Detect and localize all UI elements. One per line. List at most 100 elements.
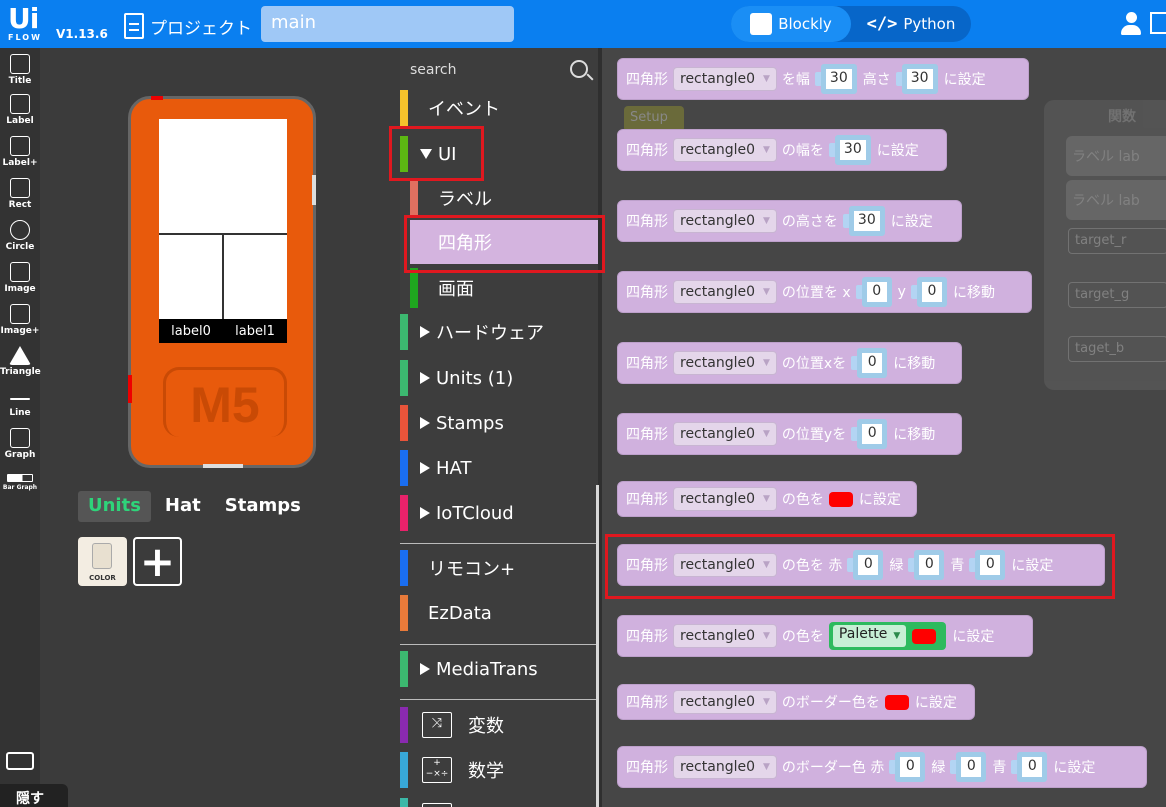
m5-logo: M5 — [190, 377, 260, 433]
search-icon[interactable] — [570, 60, 588, 78]
category-mediatrans[interactable]: MediaTrans — [400, 649, 598, 689]
tool-triangle[interactable]: Triangle — [0, 346, 41, 377]
block-move-x[interactable]: 四角形 rectangle0 ▼ の位置xを 0 に移動 — [617, 342, 962, 384]
target-dropdown[interactable]: rectangle0 ▼ — [673, 487, 777, 511]
block-set-size[interactable]: 四角形 rectangle0 ▼ を幅 30 高さ 30 に設定 — [617, 58, 1029, 100]
triangle-icon — [9, 346, 31, 365]
palette-block[interactable]: Palette ▼ — [828, 622, 947, 650]
highlight-rgb-block — [605, 534, 1115, 599]
highlight-rect-category — [404, 215, 605, 273]
image-icon — [10, 262, 30, 282]
tab-units[interactable]: Units — [78, 491, 151, 522]
width-input[interactable]: 30 — [820, 64, 857, 94]
user-icon[interactable] — [1120, 12, 1142, 36]
target-dropdown[interactable]: rectangle0 ▼ — [673, 422, 777, 446]
red-input[interactable]: 0 — [895, 752, 926, 782]
blue-input[interactable]: 0 — [1017, 752, 1048, 782]
tool-circle[interactable]: Circle — [0, 220, 40, 252]
width-input[interactable]: 30 — [834, 135, 871, 165]
python-mode-button[interactable]: </> Python — [851, 6, 971, 42]
ghost-field: taget_b — [1068, 336, 1166, 362]
category-separator — [400, 644, 598, 645]
m5-logo-frame: M5 — [163, 367, 287, 437]
palette-dropdown[interactable]: Palette ▼ — [832, 625, 907, 647]
border-color-swatch[interactable] — [884, 694, 909, 710]
category-label[interactable]: ラベル — [410, 176, 598, 220]
block-set-color-palette[interactable]: 四角形 rectangle0 ▼ の色を Palette ▼ に設定 — [617, 615, 1033, 657]
category-remocon[interactable]: リモコン+ — [400, 548, 598, 588]
blockly-mode-button[interactable]: Blockly — [731, 6, 851, 42]
block-set-border-color-rgb[interactable]: 四角形 rectangle0 ▼ のボーダー色 赤 0 緑 0 青 0 に設定 — [617, 746, 1147, 788]
height-input[interactable]: 30 — [901, 64, 938, 94]
circle-icon — [10, 220, 30, 240]
tool-title[interactable]: Title — [0, 54, 40, 86]
tab-stamps[interactable]: Stamps — [215, 491, 311, 522]
palette-swatch[interactable] — [912, 628, 937, 644]
keyboard-icon[interactable] — [6, 752, 34, 770]
category-ezdata[interactable]: EzData — [400, 593, 598, 633]
tool-label[interactable]: Label — [0, 94, 40, 126]
label1-text[interactable]: label1 — [235, 324, 275, 339]
color-unit-label: COLOR — [89, 574, 116, 582]
target-dropdown[interactable]: rectangle0 ▼ — [673, 351, 777, 375]
device-screen[interactable]: label0 label1 — [159, 119, 287, 343]
add-unit-button[interactable]: + — [133, 537, 182, 586]
category-more[interactable] — [400, 796, 598, 807]
tool-label-plus[interactable]: Label+ — [0, 136, 40, 168]
target-dropdown[interactable]: rectangle0 ▼ — [673, 138, 777, 162]
category-stamps[interactable]: Stamps — [400, 403, 598, 443]
document-icon — [124, 13, 144, 39]
tool-graph[interactable]: Graph — [0, 428, 40, 460]
block-move-xy[interactable]: 四角形 rectangle0 ▼ の位置を x 0 y 0 に移動 — [617, 271, 1032, 313]
more-icon — [422, 803, 452, 807]
block-set-color[interactable]: 四角形 rectangle0 ▼ の色を に設定 — [617, 481, 917, 517]
m5stack-device-preview: label0 label1 M5 — [128, 96, 316, 468]
terminal-icon[interactable] — [1150, 12, 1166, 34]
category-hardware[interactable]: ハードウェア — [400, 312, 598, 352]
label0-text[interactable]: label0 — [171, 324, 211, 339]
tool-line[interactable]: Line — [0, 388, 40, 418]
collapsed-icon — [420, 326, 430, 338]
x-input[interactable]: 0 — [861, 277, 892, 307]
category-scrollbar[interactable] — [596, 485, 599, 807]
label-tag-icon — [10, 94, 30, 114]
tool-image[interactable]: Image — [0, 262, 40, 294]
screen-rect-divider — [222, 233, 224, 319]
tool-bar-graph[interactable]: Bar Graph — [0, 474, 40, 491]
tool-rect[interactable]: Rect — [0, 178, 40, 210]
target-dropdown[interactable]: rectangle0 ▼ — [673, 690, 777, 714]
target-dropdown[interactable]: rectangle0 ▼ — [673, 209, 777, 233]
category-units[interactable]: Units (1) — [400, 358, 598, 398]
block-set-width[interactable]: 四角形 rectangle0 ▼ の幅を 30 に設定 — [617, 129, 947, 171]
target-dropdown[interactable]: rectangle0 ▼ — [673, 67, 777, 91]
block-move-y[interactable]: 四角形 rectangle0 ▼ の位置yを 0 に移動 — [617, 413, 962, 455]
search-bar[interactable]: search — [400, 48, 598, 92]
graph-icon — [10, 428, 30, 448]
target-dropdown[interactable]: rectangle0 ▼ — [673, 755, 777, 779]
tab-hat[interactable]: Hat — [155, 491, 211, 522]
target-dropdown[interactable]: rectangle0 ▼ — [673, 624, 777, 648]
category-iotcloud[interactable]: IoTCloud — [400, 493, 598, 533]
color-unit-card[interactable]: COLOR — [78, 537, 127, 586]
y-input[interactable]: 0 — [916, 277, 947, 307]
tool-image-plus[interactable]: Image+ — [0, 304, 40, 336]
category-variables[interactable]: ⤨ 変数 — [400, 705, 598, 745]
collapsed-icon — [420, 507, 430, 519]
y-input[interactable]: 0 — [857, 419, 888, 449]
category-event[interactable]: イベント — [400, 88, 598, 128]
category-hat[interactable]: HAT — [400, 448, 598, 488]
component-toolstrip: Title Label Label+ Rect Circle Image Ima… — [0, 48, 41, 807]
color-swatch[interactable] — [828, 491, 853, 507]
green-input[interactable]: 0 — [956, 752, 987, 782]
file-name-input[interactable]: main — [261, 6, 514, 42]
project-button[interactable]: プロジェクト — [124, 12, 252, 40]
block-set-border-color[interactable]: 四角形 rectangle0 ▼ のボーダー色を に設定 — [617, 684, 975, 720]
highlight-ui-category — [389, 126, 484, 181]
hide-button[interactable]: 隠す — [0, 784, 68, 807]
target-dropdown[interactable]: rectangle0 ▼ — [673, 280, 777, 304]
project-label: プロジェクト — [150, 18, 252, 39]
x-input[interactable]: 0 — [857, 348, 888, 378]
block-set-height[interactable]: 四角形 rectangle0 ▼ の高さを 30 に設定 — [617, 200, 962, 242]
height-input[interactable]: 30 — [848, 206, 885, 236]
category-math[interactable]: +−×÷ 数学 — [400, 750, 598, 790]
